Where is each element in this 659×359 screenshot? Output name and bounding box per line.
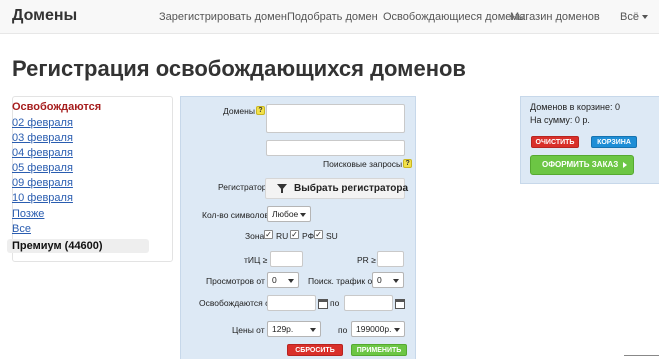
cart-button[interactable]: КОРЗИНА bbox=[591, 136, 637, 148]
registrar-label: Регистратор bbox=[218, 182, 267, 192]
help-icon[interactable]: ? bbox=[255, 106, 265, 115]
brand-logo[interactable]: Домены bbox=[12, 7, 77, 25]
nav-all-label: Всё bbox=[620, 11, 639, 23]
traffic-select[interactable]: 0 bbox=[372, 272, 404, 288]
chars-label: Кол-во символов bbox=[202, 210, 269, 220]
sidebar-link-later[interactable]: Позже bbox=[12, 208, 44, 220]
dropdown-arrow-icon bbox=[288, 279, 294, 283]
caret-down-icon bbox=[641, 15, 648, 20]
cart-count: Доменов в корзине: 0 bbox=[530, 102, 621, 112]
price-from-select[interactable]: 129р. bbox=[267, 321, 321, 337]
zone-rf-label: РФ bbox=[302, 231, 315, 241]
place-order-button[interactable]: ОФОРМИТЬ ЗАКАЗ bbox=[530, 155, 634, 175]
domains-label: Домены? bbox=[223, 106, 265, 116]
nav-register-domain[interactable]: Зарегистрировать домен bbox=[159, 11, 287, 23]
sidebar-heading: Освобождаются bbox=[12, 101, 102, 113]
choose-registrar-label: Выбрать регистратора bbox=[294, 183, 409, 194]
sidebar-link-10-feb[interactable]: 10 февраля bbox=[12, 192, 73, 204]
zone-ru-label: RU bbox=[276, 231, 289, 241]
views-label: Просмотров от bbox=[206, 276, 265, 286]
clear-cart-button[interactable]: ОЧИСТИТЬ bbox=[531, 136, 579, 148]
arrow-right-icon bbox=[623, 162, 627, 168]
domains-textarea[interactable] bbox=[266, 104, 405, 133]
sidebar-link-all[interactable]: Все bbox=[12, 223, 31, 235]
views-select[interactable]: 0 bbox=[267, 272, 299, 288]
sidebar-link-02-feb[interactable]: 02 февраля bbox=[12, 117, 73, 129]
nav-all-dropdown[interactable]: Всё bbox=[620, 11, 648, 23]
top-navbar: Домены Зарегистрировать домен Подобрать … bbox=[0, 0, 659, 34]
nav-domain-shop[interactable]: Магазин доменов bbox=[510, 11, 600, 23]
divider bbox=[624, 355, 659, 359]
zone-su-checkbox[interactable]: ✓ bbox=[314, 230, 323, 239]
cart-sum: На сумму: 0 р. bbox=[530, 115, 590, 125]
choose-registrar-button[interactable]: Выбрать регистратора bbox=[265, 178, 409, 199]
sidebar-item-premium[interactable]: Премиум (44600) bbox=[7, 239, 149, 253]
reset-button[interactable]: СБРОСИТЬ bbox=[287, 344, 343, 356]
calendar-icon[interactable] bbox=[318, 299, 328, 309]
dropdown-arrow-icon bbox=[310, 328, 316, 332]
filter-panel bbox=[180, 96, 416, 359]
release-from-label: Освобождаются с bbox=[199, 298, 270, 308]
search-queries-input[interactable] bbox=[266, 140, 405, 156]
calendar-icon[interactable] bbox=[395, 299, 405, 309]
views-select-value: 0 bbox=[272, 275, 277, 285]
place-order-label: ОФОРМИТЬ ЗАКАЗ bbox=[542, 160, 619, 169]
chars-select[interactable]: Любое bbox=[267, 206, 311, 222]
search-queries-label-text: Поисковые запросы bbox=[323, 159, 403, 169]
sidebar-link-09-feb[interactable]: 09 февраля bbox=[12, 177, 73, 189]
search-queries-label: Поисковые запросы? bbox=[323, 159, 413, 169]
traffic-label: Поиск. трафик от bbox=[308, 276, 376, 286]
price-to-value: 199000р. bbox=[356, 324, 392, 334]
price-from-label: Цены от bbox=[232, 325, 265, 335]
price-from-value: 129р. bbox=[272, 324, 294, 334]
price-to-label: по bbox=[338, 325, 348, 335]
page-title: Регистрация освобождающихся доменов bbox=[12, 56, 466, 81]
nav-find-domain[interactable]: Подобрать домен bbox=[287, 11, 378, 23]
chars-select-value: Любое bbox=[272, 209, 299, 219]
dropdown-arrow-icon bbox=[300, 213, 306, 217]
sidebar-link-03-feb[interactable]: 03 февраля bbox=[12, 132, 73, 144]
zone-ru-checkbox[interactable]: ✓ bbox=[264, 230, 273, 239]
sidebar-link-04-feb[interactable]: 04 февраля bbox=[12, 147, 73, 159]
dropdown-arrow-icon bbox=[394, 328, 400, 332]
traffic-select-value: 0 bbox=[377, 275, 382, 285]
sidebar-link-05-feb[interactable]: 05 февраля bbox=[12, 162, 73, 174]
apply-button[interactable]: ПРИМЕНИТЬ bbox=[351, 344, 407, 356]
pr-input[interactable] bbox=[377, 251, 404, 267]
release-to-label: по bbox=[330, 298, 340, 308]
tic-input[interactable] bbox=[270, 251, 303, 267]
release-to-input[interactable] bbox=[344, 295, 393, 311]
zone-rf-checkbox[interactable]: ✓ bbox=[290, 230, 299, 239]
domains-label-text: Домены bbox=[223, 106, 255, 116]
help-icon[interactable]: ? bbox=[403, 159, 413, 168]
zone-label: Зона bbox=[245, 231, 265, 241]
pr-label: PR ≥ bbox=[357, 255, 376, 265]
tic-label: тИЦ ≥ bbox=[244, 255, 268, 265]
price-to-select[interactable]: 199000р. bbox=[351, 321, 405, 337]
release-from-input[interactable] bbox=[267, 295, 316, 311]
nav-releasing-domains[interactable]: Освобождающиеся домены bbox=[383, 11, 525, 23]
zone-su-label: SU bbox=[326, 231, 338, 241]
dropdown-arrow-icon bbox=[393, 279, 399, 283]
